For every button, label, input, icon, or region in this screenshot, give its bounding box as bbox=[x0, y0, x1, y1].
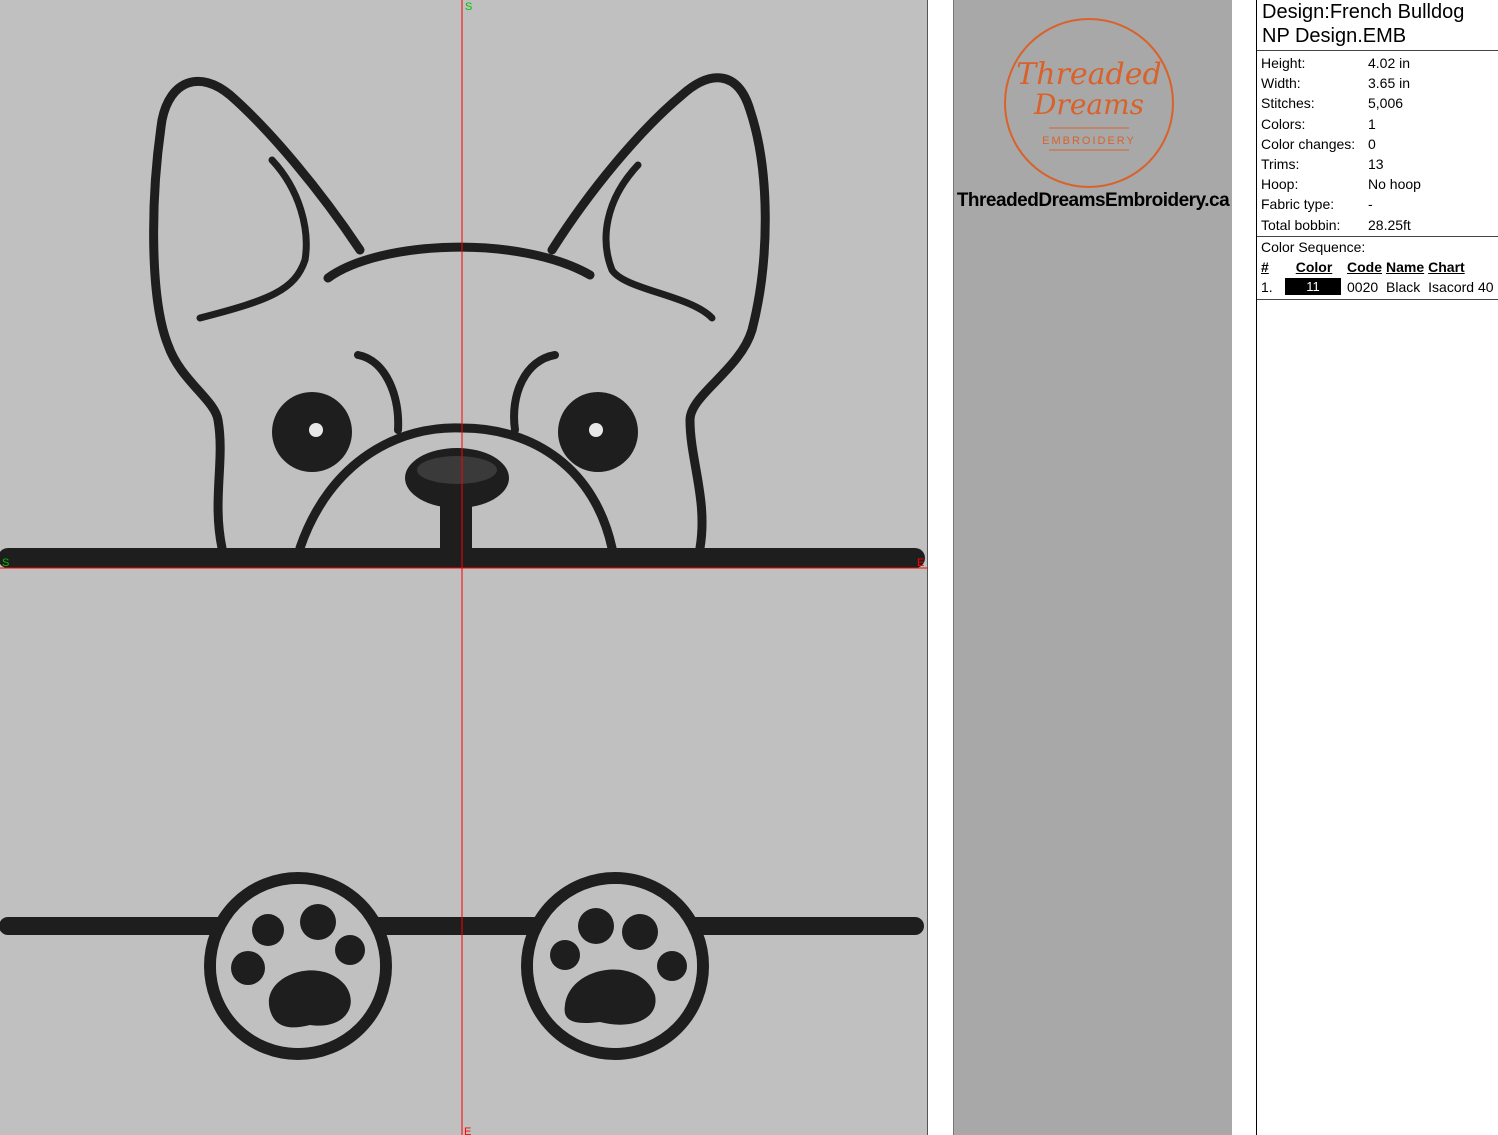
prop-value: No hoop bbox=[1368, 176, 1421, 193]
prop-row: Colors: 1 bbox=[1257, 114, 1421, 134]
prop-row: Color changes: 0 bbox=[1257, 134, 1421, 154]
prop-label: Fabric type: bbox=[1261, 196, 1335, 213]
col-color: Color bbox=[1295, 258, 1333, 275]
logo-line1: Threaded bbox=[1016, 57, 1161, 92]
bulldog-head-outline bbox=[149, 76, 365, 553]
prop-value: 4.02 in bbox=[1368, 55, 1411, 72]
properties-table: Height: 4.02 in Width: 3.65 in Stitches: 5,… bbox=[1257, 53, 1421, 235]
design-filename: NP Design.EMB bbox=[1262, 25, 1407, 47]
color-sequence-label: Color Sequence: bbox=[1261, 238, 1366, 255]
col-code: Code bbox=[1347, 258, 1382, 275]
panel-gap bbox=[928, 0, 952, 1135]
prop-row: Height: 4.02 in bbox=[1257, 53, 1421, 73]
panel-gap-2 bbox=[1232, 0, 1256, 1135]
color-swatch: 11 bbox=[1285, 278, 1341, 296]
color-sequence-table: # Color Code Name Chart 1. 11 0020 Black… bbox=[1259, 257, 1496, 297]
design-canvas[interactable]: S S E E bbox=[0, 0, 928, 1135]
marker-s-left: S bbox=[2, 557, 9, 569]
threaded-dreams-logo: Threaded Dreams EMBROIDERY bbox=[1004, 18, 1174, 188]
prop-label: Height: bbox=[1261, 55, 1306, 72]
prop-value: 1 bbox=[1368, 115, 1376, 132]
right-inner-ear bbox=[602, 161, 716, 322]
prop-row: Fabric type: - bbox=[1257, 194, 1421, 214]
right-brow bbox=[510, 351, 559, 434]
prop-row: Hoop: No hoop bbox=[1257, 174, 1421, 194]
prop-value: 3.65 in bbox=[1368, 75, 1411, 92]
marker-e-right: E bbox=[917, 557, 924, 569]
col-name: Name bbox=[1386, 258, 1425, 275]
embroidery-preview: S S E E bbox=[0, 0, 927, 1135]
logo-line2: Dreams bbox=[1033, 88, 1144, 121]
prop-row: Width: 3.65 in bbox=[1257, 73, 1421, 93]
prop-label: Color changes: bbox=[1261, 135, 1356, 152]
left-brow bbox=[354, 351, 403, 434]
prop-label: Stitches: bbox=[1261, 95, 1315, 112]
prop-label: Colors: bbox=[1261, 115, 1306, 132]
prop-label: Trims: bbox=[1261, 156, 1300, 173]
website-label: ThreadedDreamsEmbroidery.ca bbox=[956, 190, 1230, 211]
row-code: 0020 bbox=[1347, 278, 1379, 295]
logo-panel: Threaded Dreams EMBROIDERY ThreadedDream… bbox=[953, 0, 1233, 1135]
design-title: Design:French Bulldog bbox=[1262, 1, 1465, 23]
prop-value: 13 bbox=[1368, 156, 1384, 173]
marker-e-bottom: E bbox=[464, 1126, 471, 1135]
prop-label: Width: bbox=[1261, 75, 1301, 92]
row-chart: Isacord 40 bbox=[1428, 278, 1494, 295]
color-sequence-row: 1. 11 0020 Black Isacord 40 bbox=[1259, 277, 1496, 297]
prop-value: 0 bbox=[1368, 135, 1376, 152]
prop-row: Trims: 13 bbox=[1257, 154, 1421, 174]
bulldog-head-outline-right bbox=[547, 73, 770, 553]
prop-value: 5,006 bbox=[1368, 95, 1404, 112]
prop-row: Stitches: 5,006 bbox=[1257, 93, 1421, 113]
logo-line3: EMBROIDERY bbox=[1042, 135, 1136, 147]
row-name: Black bbox=[1386, 278, 1421, 295]
col-chart: Chart bbox=[1428, 258, 1465, 275]
prop-row: Total bobbin: 28.25ft bbox=[1257, 215, 1421, 235]
color-sequence-header: # Color Code Name Chart bbox=[1259, 257, 1496, 277]
prop-value: 28.25ft bbox=[1368, 216, 1411, 233]
col-num: # bbox=[1261, 258, 1269, 275]
design-info-panel: Design:French Bulldog NP Design.EMB Heig… bbox=[1256, 0, 1498, 1135]
marker-s-top: S bbox=[465, 1, 472, 13]
prop-label: Total bobbin: bbox=[1261, 216, 1341, 233]
prop-value: - bbox=[1368, 196, 1373, 213]
nose-bridge bbox=[440, 480, 472, 548]
prop-label: Hoop: bbox=[1261, 176, 1299, 193]
row-num: 1. bbox=[1261, 278, 1273, 295]
left-inner-ear bbox=[196, 156, 310, 322]
